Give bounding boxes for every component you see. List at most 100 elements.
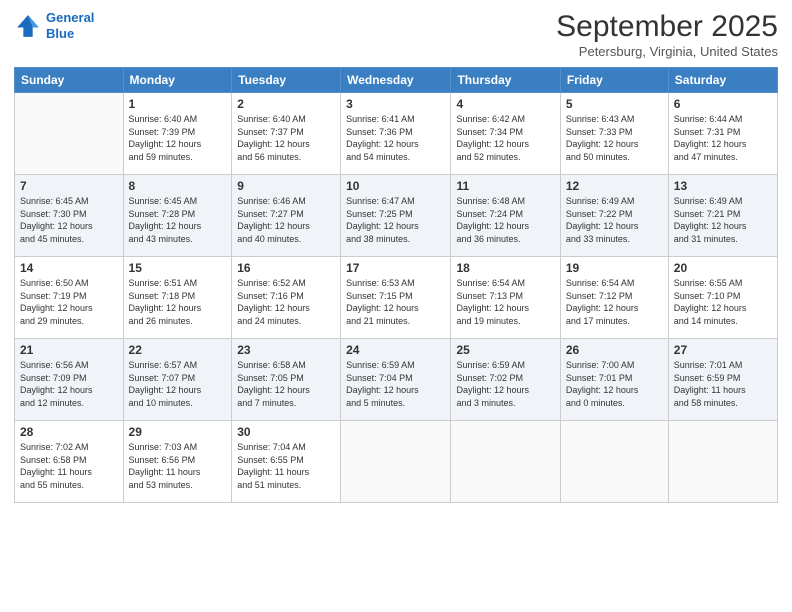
title-block: September 2025 Petersburg, Virginia, Uni… <box>556 10 778 59</box>
calendar-cell: 25 Sunrise: 6:59 AM Sunset: 7:02 PM Dayli… <box>451 339 560 421</box>
calendar-cell: 15 Sunrise: 6:51 AM Sunset: 7:18 PM Dayli… <box>123 257 232 339</box>
calendar-cell: 26Sunrise: 7:00 AM Sunset: 7:01 PM Dayli… <box>560 339 668 421</box>
day-number: 12 <box>566 179 663 193</box>
calendar-week-row: 7Sunrise: 6:45 AM Sunset: 7:30 PM Daylig… <box>15 175 778 257</box>
logo-text: General Blue <box>46 10 94 41</box>
calendar-cell: 29 Sunrise: 7:03 AM Sunset: 6:56 PM Dayli… <box>123 421 232 503</box>
weekday-wednesday: Wednesday <box>341 68 451 93</box>
calendar-cell: 17 Sunrise: 6:53 AM Sunset: 7:15 PM Dayli… <box>341 257 451 339</box>
weekday-sunday: Sunday <box>15 68 124 93</box>
day-info: Sunrise: 6:51 AM Sunset: 7:18 PM Dayligh… <box>129 277 227 327</box>
header: General Blue September 2025 Petersburg, … <box>14 10 778 59</box>
day-number: 13 <box>674 179 772 193</box>
day-number: 3 <box>346 97 445 111</box>
day-number: 20 <box>674 261 772 275</box>
day-number: 22 <box>129 343 227 357</box>
calendar-cell: 24 Sunrise: 6:59 AM Sunset: 7:04 PM Dayli… <box>341 339 451 421</box>
day-info: Sunrise: 6:45 AM Sunset: 7:28 PM Dayligh… <box>129 195 227 245</box>
weekday-tuesday: Tuesday <box>232 68 341 93</box>
day-info: Sunrise: 6:49 AM Sunset: 7:21 PM Dayligh… <box>674 195 772 245</box>
day-number: 28 <box>20 425 118 439</box>
calendar-cell: 19Sunrise: 6:54 AM Sunset: 7:12 PM Dayli… <box>560 257 668 339</box>
day-number: 27 <box>674 343 772 357</box>
calendar-cell: 12 Sunrise: 6:49 AM Sunset: 7:22 PM Dayli… <box>560 175 668 257</box>
day-info: Sunrise: 6:40 AM Sunset: 7:37 PM Dayligh… <box>237 113 335 163</box>
day-info: Sunrise: 7:03 AM Sunset: 6:56 PM Dayligh… <box>129 441 227 491</box>
day-info: Sunrise: 6:53 AM Sunset: 7:15 PM Dayligh… <box>346 277 445 327</box>
calendar-cell <box>451 421 560 503</box>
day-info: Sunrise: 6:52 AM Sunset: 7:16 PM Dayligh… <box>237 277 335 327</box>
calendar-cell: 28 Sunrise: 7:02 AM Sunset: 6:58 PM Dayli… <box>15 421 124 503</box>
calendar-cell: 3 Sunrise: 6:41 AM Sunset: 7:36 PM Daylig… <box>341 93 451 175</box>
day-number: 30 <box>237 425 335 439</box>
day-info: Sunrise: 6:57 AM Sunset: 7:07 PM Dayligh… <box>129 359 227 409</box>
calendar-cell: 21 Sunrise: 6:56 AM Sunset: 7:09 PM Dayli… <box>15 339 124 421</box>
calendar-cell: 9 Sunrise: 6:46 AM Sunset: 7:27 PM Daylig… <box>232 175 341 257</box>
day-number: 18 <box>456 261 554 275</box>
day-info: Sunrise: 7:02 AM Sunset: 6:58 PM Dayligh… <box>20 441 118 491</box>
calendar-cell: 13 Sunrise: 6:49 AM Sunset: 7:21 PM Dayli… <box>668 175 777 257</box>
day-number: 23 <box>237 343 335 357</box>
logo-icon <box>14 12 42 40</box>
day-number: 10 <box>346 179 445 193</box>
logo: General Blue <box>14 10 94 41</box>
day-number: 21 <box>20 343 118 357</box>
calendar-cell: 8Sunrise: 6:45 AM Sunset: 7:28 PM Daylig… <box>123 175 232 257</box>
day-info: Sunrise: 6:59 AM Sunset: 7:02 PM Dayligh… <box>456 359 554 409</box>
calendar-cell: 4Sunrise: 6:42 AM Sunset: 7:34 PM Daylig… <box>451 93 560 175</box>
day-info: Sunrise: 7:01 AM Sunset: 6:59 PM Dayligh… <box>674 359 772 409</box>
location: Petersburg, Virginia, United States <box>556 44 778 59</box>
calendar-cell: 23 Sunrise: 6:58 AM Sunset: 7:05 PM Dayli… <box>232 339 341 421</box>
day-info: Sunrise: 6:42 AM Sunset: 7:34 PM Dayligh… <box>456 113 554 163</box>
day-number: 25 <box>456 343 554 357</box>
calendar-cell: 7Sunrise: 6:45 AM Sunset: 7:30 PM Daylig… <box>15 175 124 257</box>
day-info: Sunrise: 6:59 AM Sunset: 7:04 PM Dayligh… <box>346 359 445 409</box>
day-number: 2 <box>237 97 335 111</box>
calendar-week-row: 14 Sunrise: 6:50 AM Sunset: 7:19 PM Dayli… <box>15 257 778 339</box>
day-info: Sunrise: 6:43 AM Sunset: 7:33 PM Dayligh… <box>566 113 663 163</box>
day-info: Sunrise: 6:58 AM Sunset: 7:05 PM Dayligh… <box>237 359 335 409</box>
calendar-cell: 18 Sunrise: 6:54 AM Sunset: 7:13 PM Dayli… <box>451 257 560 339</box>
day-info: Sunrise: 6:40 AM Sunset: 7:39 PM Dayligh… <box>129 113 227 163</box>
day-number: 29 <box>129 425 227 439</box>
day-number: 1 <box>129 97 227 111</box>
day-info: Sunrise: 6:47 AM Sunset: 7:25 PM Dayligh… <box>346 195 445 245</box>
calendar-cell <box>668 421 777 503</box>
calendar-week-row: 21 Sunrise: 6:56 AM Sunset: 7:09 PM Dayli… <box>15 339 778 421</box>
day-info: Sunrise: 6:54 AM Sunset: 7:12 PM Dayligh… <box>566 277 663 327</box>
day-number: 6 <box>674 97 772 111</box>
day-number: 14 <box>20 261 118 275</box>
month-title: September 2025 <box>556 10 778 44</box>
calendar-cell: 27 Sunrise: 7:01 AM Sunset: 6:59 PM Dayli… <box>668 339 777 421</box>
calendar-cell: 30 Sunrise: 7:04 AM Sunset: 6:55 PM Dayli… <box>232 421 341 503</box>
day-number: 9 <box>237 179 335 193</box>
weekday-monday: Monday <box>123 68 232 93</box>
calendar-cell: 5Sunrise: 6:43 AM Sunset: 7:33 PM Daylig… <box>560 93 668 175</box>
calendar-cell <box>15 93 124 175</box>
day-info: Sunrise: 6:44 AM Sunset: 7:31 PM Dayligh… <box>674 113 772 163</box>
calendar-cell: 20 Sunrise: 6:55 AM Sunset: 7:10 PM Dayli… <box>668 257 777 339</box>
day-number: 7 <box>20 179 118 193</box>
day-info: Sunrise: 6:54 AM Sunset: 7:13 PM Dayligh… <box>456 277 554 327</box>
day-number: 15 <box>129 261 227 275</box>
day-info: Sunrise: 6:49 AM Sunset: 7:22 PM Dayligh… <box>566 195 663 245</box>
day-number: 17 <box>346 261 445 275</box>
day-info: Sunrise: 6:56 AM Sunset: 7:09 PM Dayligh… <box>20 359 118 409</box>
calendar-cell: 1 Sunrise: 6:40 AM Sunset: 7:39 PM Daylig… <box>123 93 232 175</box>
page: General Blue September 2025 Petersburg, … <box>0 0 792 612</box>
calendar-cell: 11Sunrise: 6:48 AM Sunset: 7:24 PM Dayli… <box>451 175 560 257</box>
day-info: Sunrise: 6:50 AM Sunset: 7:19 PM Dayligh… <box>20 277 118 327</box>
day-number: 24 <box>346 343 445 357</box>
day-info: Sunrise: 6:55 AM Sunset: 7:10 PM Dayligh… <box>674 277 772 327</box>
day-number: 16 <box>237 261 335 275</box>
calendar-cell: 10 Sunrise: 6:47 AM Sunset: 7:25 PM Dayli… <box>341 175 451 257</box>
day-info: Sunrise: 6:41 AM Sunset: 7:36 PM Dayligh… <box>346 113 445 163</box>
calendar-week-row: 28 Sunrise: 7:02 AM Sunset: 6:58 PM Dayli… <box>15 421 778 503</box>
weekday-friday: Friday <box>560 68 668 93</box>
calendar-table: SundayMondayTuesdayWednesdayThursdayFrid… <box>14 67 778 503</box>
day-info: Sunrise: 6:46 AM Sunset: 7:27 PM Dayligh… <box>237 195 335 245</box>
day-info: Sunrise: 7:00 AM Sunset: 7:01 PM Dayligh… <box>566 359 663 409</box>
calendar-week-row: 1 Sunrise: 6:40 AM Sunset: 7:39 PM Daylig… <box>15 93 778 175</box>
calendar-cell: 22 Sunrise: 6:57 AM Sunset: 7:07 PM Dayli… <box>123 339 232 421</box>
day-info: Sunrise: 7:04 AM Sunset: 6:55 PM Dayligh… <box>237 441 335 491</box>
